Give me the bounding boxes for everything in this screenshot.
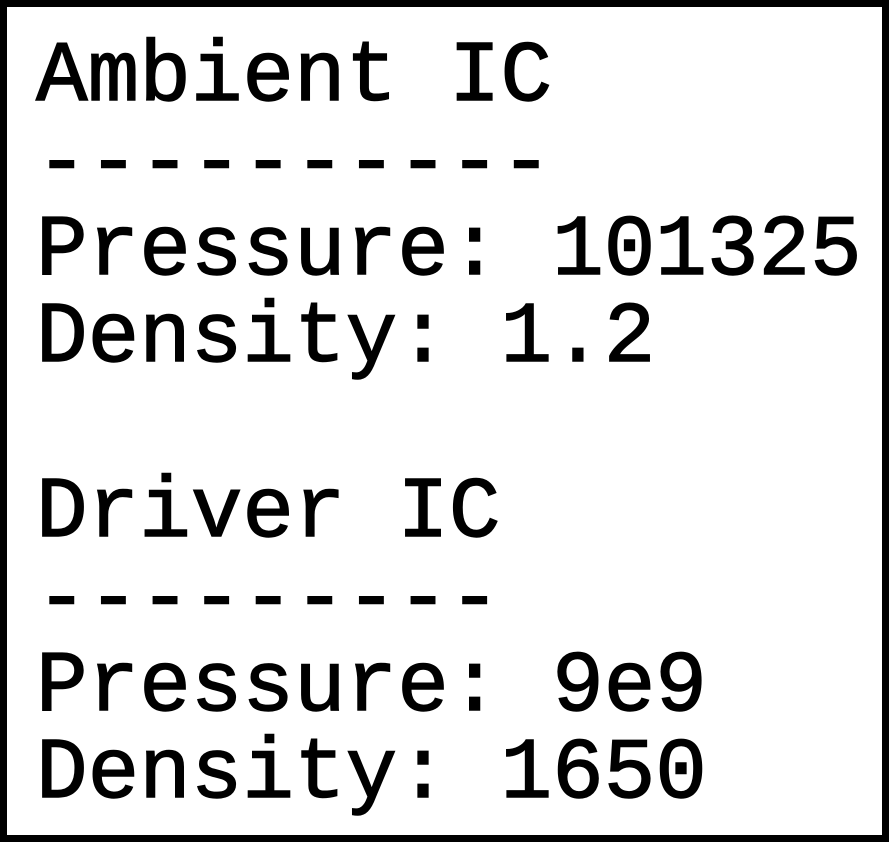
ambient-ic-density: Density: 1.2 xyxy=(35,289,656,387)
ambient-ic-title: Ambient IC xyxy=(35,28,553,126)
initial-conditions-box: Ambient IC ---------- Pressure: 101325 D… xyxy=(0,0,889,842)
driver-ic-rule: --------- xyxy=(35,551,501,649)
ambient-ic-pressure: Pressure: 101325 xyxy=(35,202,862,300)
driver-ic-title: Driver IC xyxy=(35,464,501,562)
driver-ic-density: Density: 1650 xyxy=(35,725,707,823)
ambient-ic-rule: ---------- xyxy=(35,115,553,213)
driver-ic-pressure: Pressure: 9e9 xyxy=(35,638,707,736)
